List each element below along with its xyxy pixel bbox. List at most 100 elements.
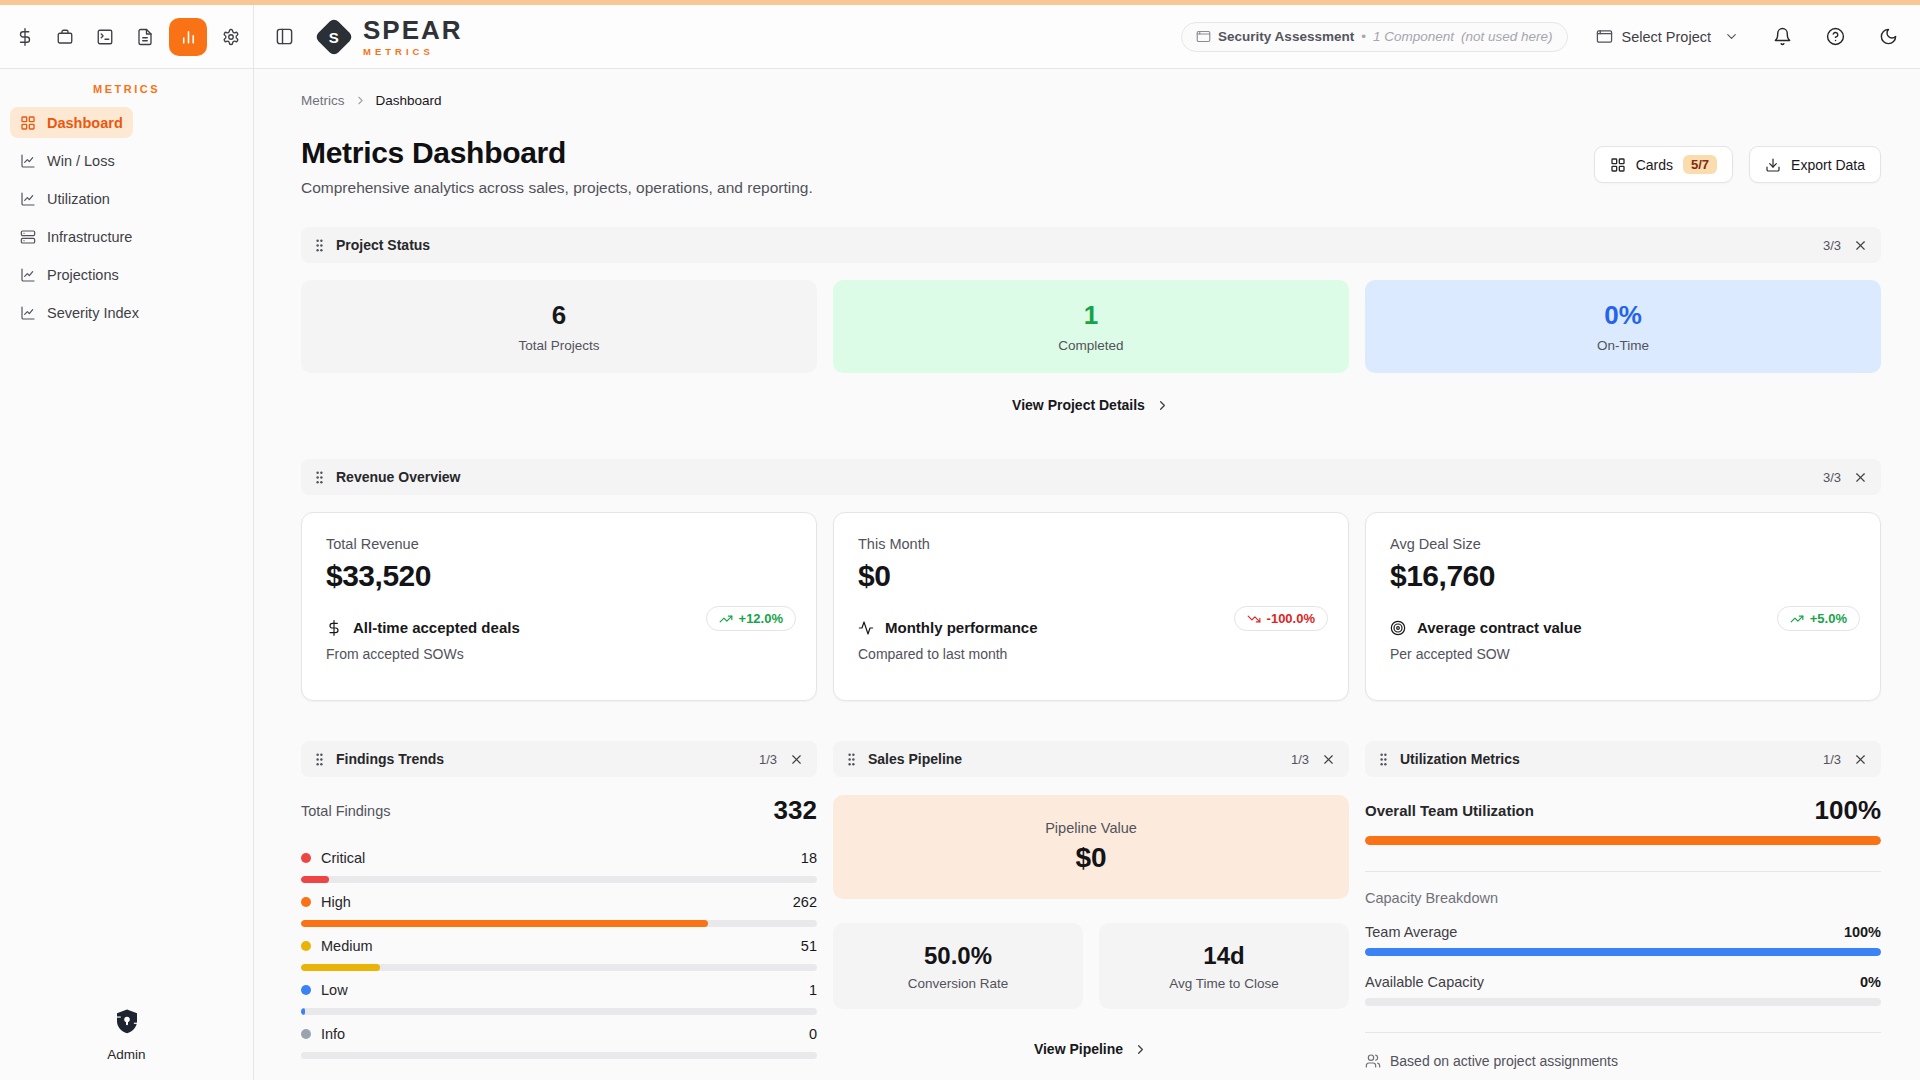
total-findings-label: Total Findings — [301, 803, 390, 819]
section-counter: 1/3 — [759, 752, 777, 767]
cards-count-badge: 5/7 — [1683, 155, 1717, 174]
notifications-bell-icon[interactable] — [1773, 27, 1792, 46]
finding-row-low: Low 1 — [301, 980, 817, 1015]
close-icon[interactable] — [789, 752, 804, 767]
severity-dot — [301, 897, 311, 907]
section-counter: 1/3 — [1823, 752, 1841, 767]
metrics-app-icon[interactable] — [169, 18, 207, 56]
overall-utilization-value: 100% — [1815, 795, 1882, 826]
drag-handle-icon[interactable] — [846, 752, 857, 767]
context-pill[interactable]: Security Assessment • 1 Component (not u… — [1181, 22, 1567, 52]
chart-icon — [20, 267, 36, 283]
main-content: Metrics Dashboard Metrics Dashboard Comp… — [254, 69, 1920, 1069]
revenue-card-total: Total Revenue $33,520 +12.0% All-time ac… — [301, 512, 817, 701]
section-revenue-overview: Revenue Overview 3/3 Total Revenue $33,5… — [301, 459, 1881, 701]
finding-row-medium: Medium 51 — [301, 936, 817, 971]
chart-icon — [20, 305, 36, 321]
target-icon — [1390, 620, 1406, 636]
drag-handle-icon[interactable] — [314, 752, 325, 767]
revenue-card-month: This Month $0 -100.0% Monthly performanc… — [833, 512, 1349, 701]
sidebar-item-projections[interactable]: Projections — [10, 259, 129, 290]
cards-button[interactable]: Cards 5/7 — [1594, 146, 1733, 183]
sidebar-item-dashboard[interactable]: Dashboard — [10, 107, 133, 138]
avatar[interactable] — [112, 1007, 142, 1037]
utilization-footnote: Based on active project assignments — [1365, 1053, 1881, 1069]
select-project-dropdown[interactable]: Select Project — [1596, 28, 1739, 45]
section-counter: 3/3 — [1823, 238, 1841, 253]
available-capacity-bar — [1365, 998, 1881, 1006]
avg-time-card: 14d Avg Time to Close — [1099, 923, 1349, 1009]
breadcrumb: Metrics Dashboard — [301, 93, 1881, 108]
overall-utilization-bar — [1365, 836, 1881, 845]
chevron-right-icon — [1155, 398, 1170, 413]
brand-mark-icon: S — [314, 17, 354, 57]
section-utilization-metrics: Utilization Metrics 1/3 Overall Team Uti… — [1365, 741, 1881, 1069]
capacity-breakdown-label: Capacity Breakdown — [1365, 890, 1881, 906]
view-pipeline-link[interactable]: View Pipeline — [833, 1041, 1349, 1057]
help-icon[interactable] — [1826, 27, 1845, 46]
dark-mode-icon[interactable] — [1879, 27, 1898, 46]
drag-handle-icon[interactable] — [314, 470, 325, 485]
total-findings-value: 332 — [774, 795, 817, 826]
drag-handle-icon[interactable] — [1378, 752, 1389, 767]
trending-up-icon — [719, 612, 733, 626]
finding-row-info: Info 0 — [301, 1024, 817, 1059]
view-project-details-link[interactable]: View Project Details — [301, 397, 1881, 413]
projects-app-icon[interactable] — [49, 21, 81, 53]
app-switcher — [0, 5, 254, 68]
drag-handle-icon[interactable] — [314, 238, 325, 253]
folder-icon — [1196, 29, 1211, 44]
close-icon[interactable] — [1853, 470, 1868, 485]
chevron-right-icon — [354, 94, 367, 107]
severity-dot — [301, 985, 311, 995]
conversion-rate-card: 50.0% Conversion Rate — [833, 923, 1083, 1009]
severity-dot — [301, 941, 311, 951]
section-title: Sales Pipeline — [868, 751, 962, 767]
terminal-app-icon[interactable] — [89, 21, 121, 53]
sidebar-item-severity-index[interactable]: Severity Index — [10, 297, 149, 328]
finding-row-critical: Critical 18 — [301, 848, 817, 883]
users-icon — [1365, 1053, 1381, 1069]
close-icon[interactable] — [1321, 752, 1336, 767]
change-badge: +12.0% — [706, 606, 796, 631]
brand-subtitle: METRICS — [363, 46, 463, 57]
export-data-button[interactable]: Export Data — [1749, 146, 1881, 183]
finance-app-icon[interactable] — [9, 21, 41, 53]
server-icon — [20, 229, 36, 245]
severity-dot — [301, 853, 311, 863]
close-icon[interactable] — [1853, 752, 1868, 767]
section-sales-pipeline: Sales Pipeline 1/3 Pipeline Value $0 50.… — [833, 741, 1349, 1069]
sidebar-item-utilization[interactable]: Utilization — [10, 183, 120, 214]
activity-icon — [858, 620, 874, 636]
revenue-card-avg-deal: Avg Deal Size $16,760 +5.0% Average cont… — [1365, 512, 1881, 701]
change-badge: +5.0% — [1777, 606, 1860, 631]
sidebar-item-infrastructure[interactable]: Infrastructure — [10, 221, 142, 252]
stat-completed: 1 Completed — [833, 280, 1349, 373]
chart-icon — [20, 153, 36, 169]
sidebar-toggle-icon[interactable] — [268, 21, 300, 53]
available-capacity-row: Available Capacity 0% — [1365, 974, 1881, 990]
close-icon[interactable] — [1853, 238, 1868, 253]
page-title: Metrics Dashboard — [301, 136, 813, 170]
grid-icon — [1610, 157, 1626, 173]
user-name: Admin — [107, 1047, 145, 1062]
section-title: Utilization Metrics — [1400, 751, 1520, 767]
brand-name: SPEAR — [363, 17, 463, 43]
section-counter: 3/3 — [1823, 470, 1841, 485]
top-header-bar: S SPEAR METRICS Security Assessment • 1 … — [0, 5, 1920, 69]
section-project-status: Project Status 3/3 6 Total Projects 1 Co… — [301, 227, 1881, 413]
chart-icon — [20, 191, 36, 207]
sidebar-item-win-loss[interactable]: Win / Loss — [10, 145, 125, 176]
breadcrumb-root[interactable]: Metrics — [301, 93, 345, 108]
download-icon — [1765, 157, 1781, 173]
breadcrumb-current: Dashboard — [376, 93, 442, 108]
trending-up-icon — [1790, 612, 1804, 626]
team-average-bar — [1365, 948, 1881, 956]
sidebar-section-label: METRICS — [0, 83, 253, 95]
stat-total-projects: 6 Total Projects — [301, 280, 817, 373]
documents-app-icon[interactable] — [129, 21, 161, 53]
section-title: Revenue Overview — [336, 469, 461, 485]
change-badge: -100.0% — [1234, 606, 1328, 631]
severity-dot — [301, 1029, 311, 1039]
settings-app-icon[interactable] — [215, 21, 247, 53]
